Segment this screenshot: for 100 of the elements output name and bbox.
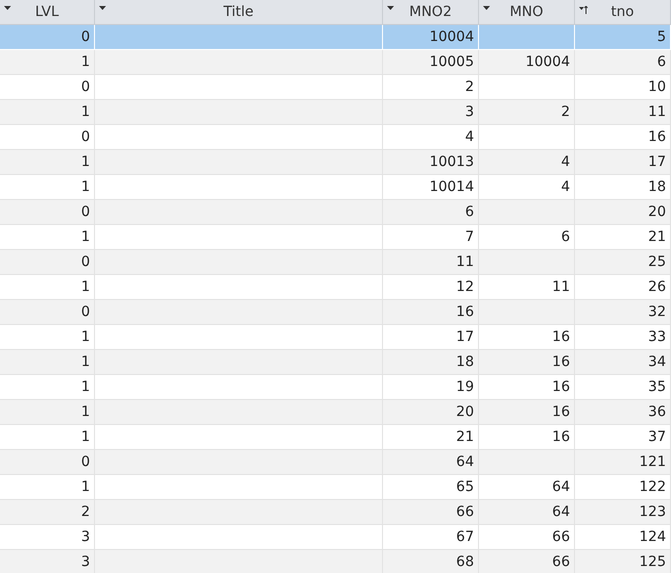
table-cell: 32 xyxy=(648,304,666,320)
table-cell: 21 xyxy=(648,229,666,245)
table-cell: 26 xyxy=(648,279,666,295)
table-cell: 1 xyxy=(81,179,90,195)
table-cell: 18 xyxy=(648,179,666,195)
table-cell: 11 xyxy=(456,254,474,270)
table-cell: 20 xyxy=(456,404,474,420)
column-title: MNO xyxy=(510,4,544,20)
table-row[interactable]: 3 68 66 125 xyxy=(0,550,671,573)
table-cell: 10004 xyxy=(525,54,570,70)
table-cell: 122 xyxy=(639,479,666,495)
table-cell: 3 xyxy=(81,554,90,570)
table-cell: 64 xyxy=(552,479,570,495)
table-cell: 16 xyxy=(552,329,570,345)
table-cell: 1 xyxy=(81,279,90,295)
column-title: tno xyxy=(611,4,634,20)
column-title: LVL xyxy=(35,4,59,20)
table-cell: 2 xyxy=(561,104,570,120)
table-cell: 25 xyxy=(648,254,666,270)
table-cell: 124 xyxy=(639,529,666,545)
table-cell: 6 xyxy=(657,54,666,70)
table-cell: 10013 xyxy=(429,154,474,170)
table-cell: 66 xyxy=(552,554,570,570)
table-row[interactable]: 0 11 25 xyxy=(0,250,671,275)
table-cell: 123 xyxy=(639,504,666,520)
table-cell: 0 xyxy=(81,129,90,145)
table-cell: 20 xyxy=(648,204,666,220)
table-row[interactable]: 1 20 16 36 xyxy=(0,400,671,425)
table-cell: 16 xyxy=(648,129,666,145)
table-cell: 16 xyxy=(456,304,474,320)
table-row[interactable]: 0 64 121 xyxy=(0,450,671,475)
table-cell: 37 xyxy=(648,429,666,445)
table-cell: 64 xyxy=(456,454,474,470)
table-row[interactable]: 0 16 32 xyxy=(0,300,671,325)
table-cell: 3 xyxy=(81,529,90,545)
dropdown-arrow-icon[interactable] xyxy=(387,6,394,10)
table-cell: 19 xyxy=(456,379,474,395)
table-cell: 10005 xyxy=(429,54,474,70)
column-title: Title xyxy=(223,4,254,20)
table-cell: 16 xyxy=(552,429,570,445)
table-cell: 1 xyxy=(81,229,90,245)
table-cell: 4 xyxy=(561,154,570,170)
table-row[interactable]: 1 10005 10004 6 xyxy=(0,50,671,75)
table-cell: 34 xyxy=(648,354,666,370)
table-cell: 1 xyxy=(81,429,90,445)
table-cell: 2 xyxy=(465,79,474,95)
table-cell: 16 xyxy=(552,354,570,370)
table-cell: 33 xyxy=(648,329,666,345)
table-cell: 1 xyxy=(81,154,90,170)
table-cell: 0 xyxy=(81,204,90,220)
table-cell: 0 xyxy=(81,254,90,270)
sort-ascending-icon[interactable] xyxy=(579,6,588,15)
table-cell: 10014 xyxy=(429,179,474,195)
table-row[interactable]: 1 3 2 11 xyxy=(0,100,671,125)
table-cell: 11 xyxy=(648,104,666,120)
table-cell: 67 xyxy=(456,529,474,545)
table-cell: 36 xyxy=(648,404,666,420)
table-cell: 10004 xyxy=(429,29,474,45)
table-cell: 4 xyxy=(465,129,474,145)
table-cell: 6 xyxy=(465,204,474,220)
column-title: MNO2 xyxy=(409,4,452,20)
table-cell: 0 xyxy=(81,29,90,45)
dropdown-arrow-icon[interactable] xyxy=(4,6,11,10)
table-cell: 0 xyxy=(81,454,90,470)
table-cell: 125 xyxy=(639,554,666,570)
table-cell: 4 xyxy=(561,179,570,195)
table-cell: 17 xyxy=(456,329,474,345)
table-cell: 0 xyxy=(81,304,90,320)
table-cell: 2 xyxy=(81,504,90,520)
dropdown-arrow-icon[interactable] xyxy=(99,6,106,10)
table-cell: 10 xyxy=(648,79,666,95)
table-cell: 12 xyxy=(456,279,474,295)
table-cell: 66 xyxy=(552,529,570,545)
table-cell: 5 xyxy=(657,29,666,45)
table-row[interactable]: 0 10004 5 xyxy=(0,25,671,50)
table-cell: 35 xyxy=(648,379,666,395)
table-cell: 11 xyxy=(552,279,570,295)
table-row[interactable]: 1 18 16 34 xyxy=(0,350,671,375)
table-cell: 3 xyxy=(465,104,474,120)
table-cell: 6 xyxy=(561,229,570,245)
table-row[interactable]: 1 10013 4 17 xyxy=(0,150,671,175)
table-cell: 66 xyxy=(456,504,474,520)
table-cell: 1 xyxy=(81,354,90,370)
table-cell: 0 xyxy=(81,79,90,95)
table-cell: 18 xyxy=(456,354,474,370)
table-cell: 64 xyxy=(552,504,570,520)
table-cell: 1 xyxy=(81,379,90,395)
table-cell: 1 xyxy=(81,54,90,70)
table-cell: 21 xyxy=(456,429,474,445)
table-cell: 7 xyxy=(465,229,474,245)
table-cell: 17 xyxy=(648,154,666,170)
table-cell: 65 xyxy=(456,479,474,495)
table-cell: 16 xyxy=(552,379,570,395)
table-cell: 16 xyxy=(552,404,570,420)
table-row[interactable]: 2 66 64 123 xyxy=(0,500,671,525)
table-row[interactable]: 0 6 20 xyxy=(0,200,671,225)
table-cell: 1 xyxy=(81,404,90,420)
dropdown-arrow-icon[interactable] xyxy=(483,6,490,10)
table-cell: 1 xyxy=(81,329,90,345)
table-cell: 1 xyxy=(81,479,90,495)
